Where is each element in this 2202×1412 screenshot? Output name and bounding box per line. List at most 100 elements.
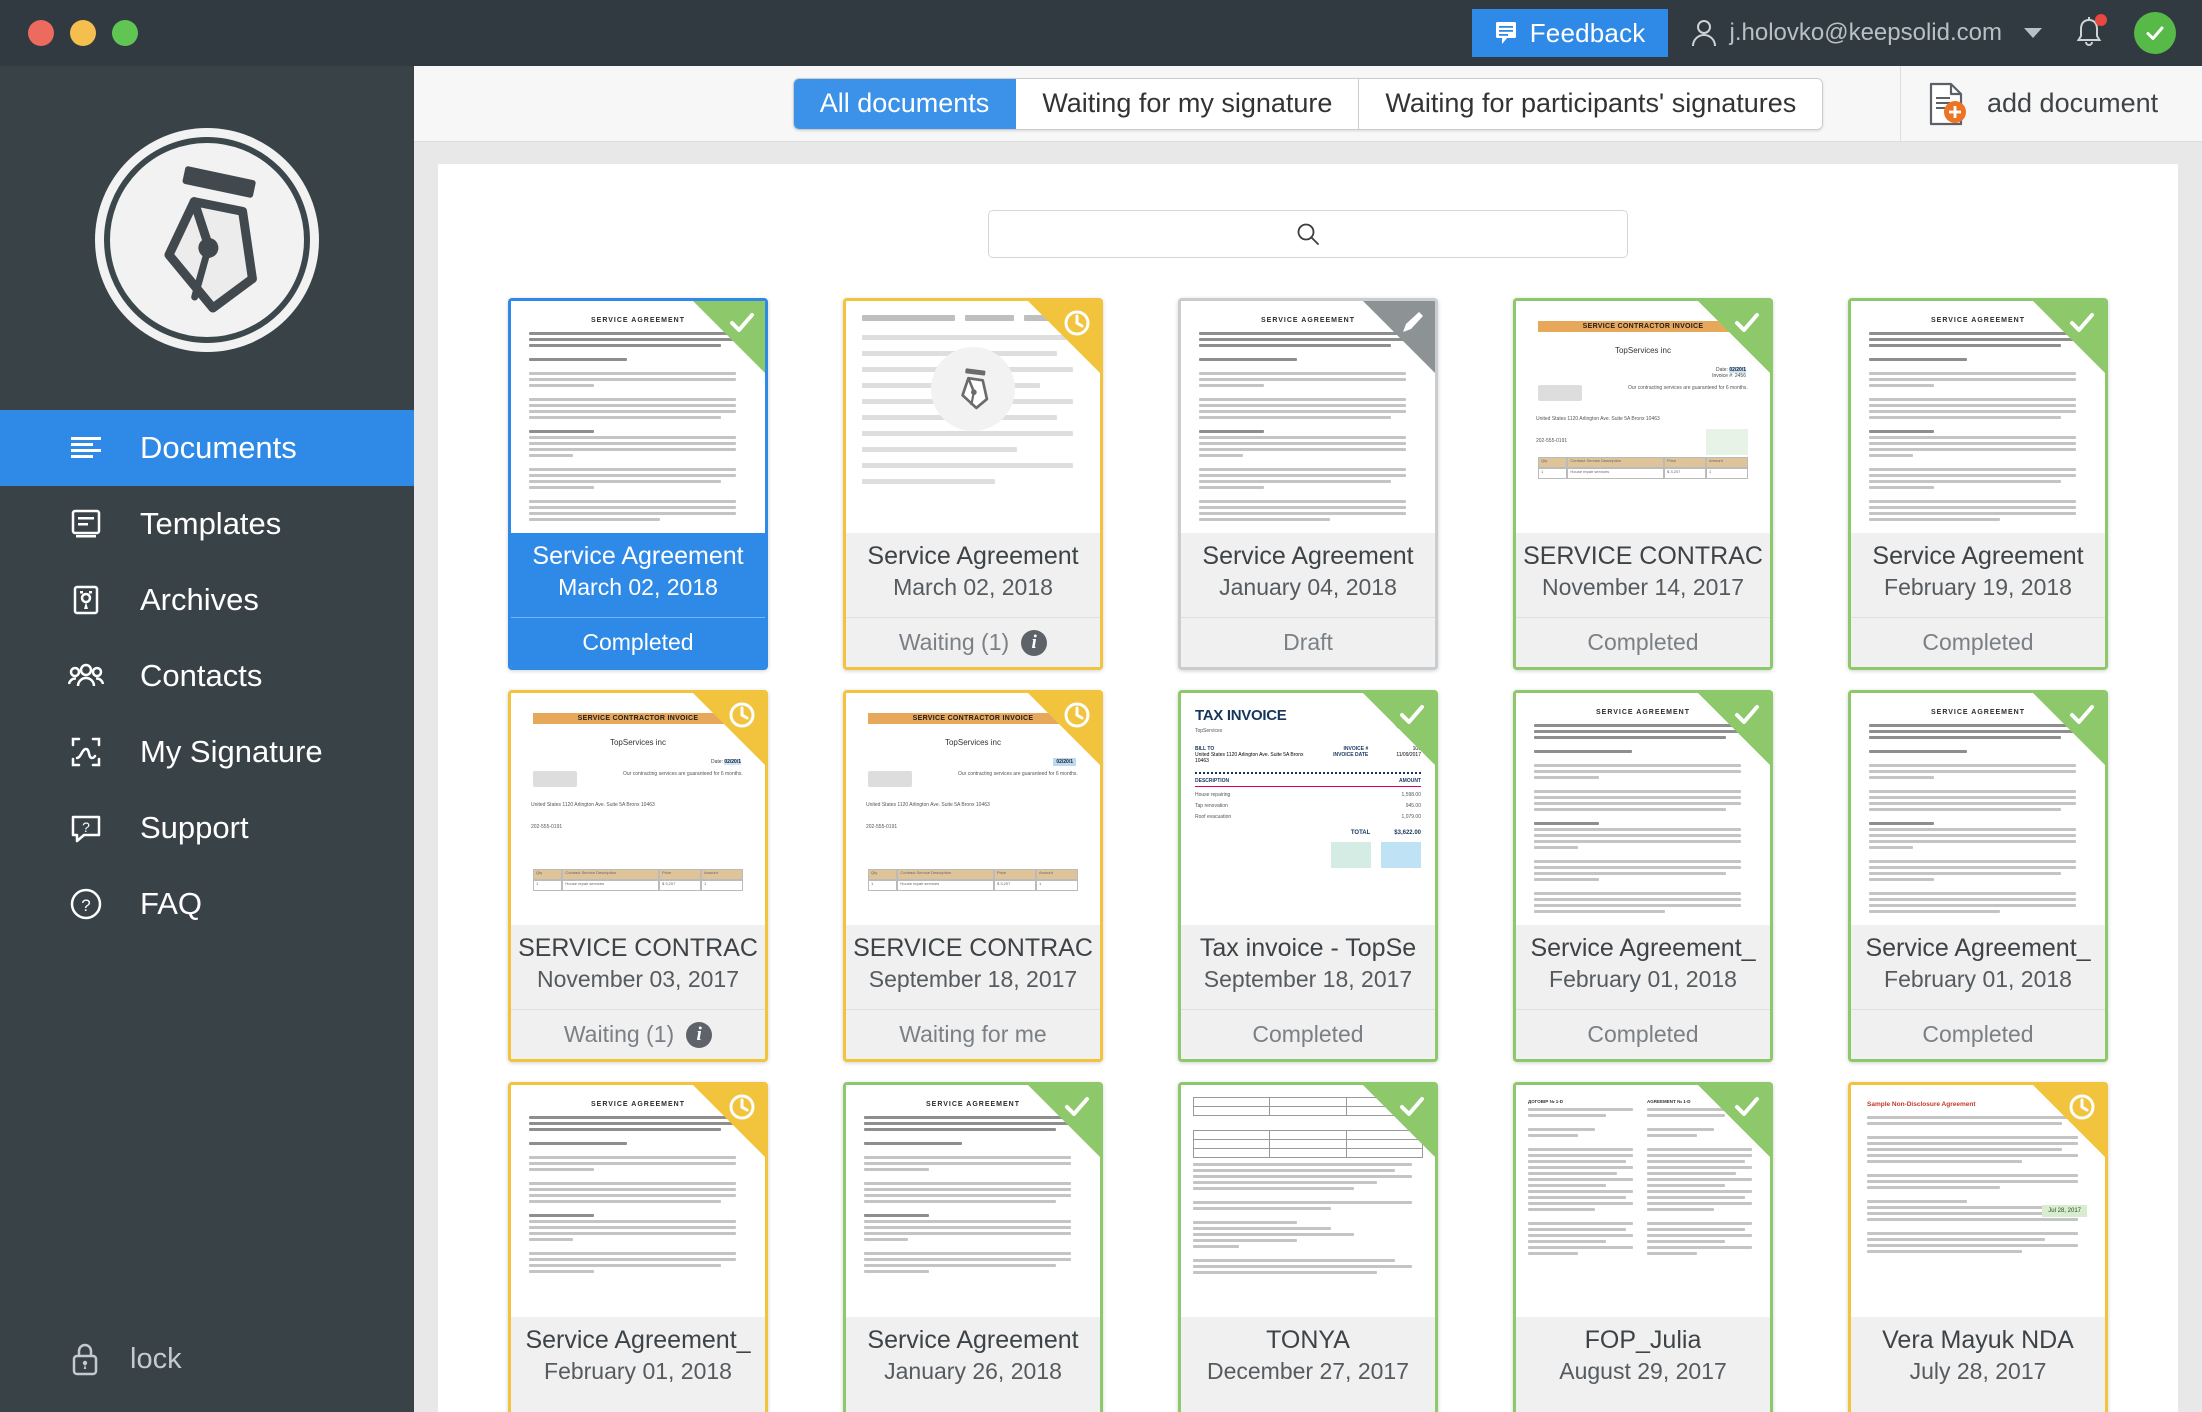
tab-label: Waiting for my signature (1042, 88, 1332, 119)
company-logo (1538, 385, 1582, 401)
document-status: Draft (1181, 617, 1435, 667)
document-date: January 04, 2018 (1219, 574, 1397, 601)
sidebar-item-templates[interactable]: Templates (0, 486, 414, 562)
tab-label: Waiting for participants' signatures (1385, 88, 1796, 119)
lock-button[interactable]: lock (0, 1340, 182, 1378)
search-input[interactable] (988, 210, 1628, 258)
documents-grid: SERVICE AGREEMENT (438, 258, 2178, 1412)
document-thumbnail: SERVICE AGREEMENT (1851, 693, 2105, 925)
preview-address: United States 1120 Arlington Ave. Suite … (1530, 415, 1756, 423)
minimize-button[interactable] (70, 20, 96, 46)
add-document-button[interactable]: add document (1900, 66, 2202, 142)
document-thumbnail: SERVICE AGREEMENT (1181, 301, 1435, 533)
document-card[interactable]: SERVICE CONTRACTOR INVOICE TopServices i… (508, 690, 768, 1062)
document-status-label: Completed (1252, 1021, 1363, 1048)
document-status: Waiting (1) i (511, 1009, 765, 1059)
document-meta: SERVICE CONTRAC November 03, 2017 Waitin… (511, 925, 765, 1059)
sidebar-item-contacts[interactable]: Contacts (0, 638, 414, 714)
document-card[interactable]: SERVICE AGREEMENT (843, 1082, 1103, 1412)
template-pen-badge (931, 347, 1015, 431)
maximize-button[interactable] (112, 20, 138, 46)
table-header-cell: DESCRIPTION (1195, 778, 1229, 784)
company-logo (868, 771, 912, 787)
document-meta: Vera Mayuk NDA July 28, 2017 (1851, 1317, 2105, 1412)
table-cell: House repair services (562, 880, 659, 891)
table-cell: 1 (1706, 468, 1748, 479)
document-card[interactable]: SERVICE AGREEMENT (1848, 298, 2108, 670)
document-card[interactable]: TAX INVOICE TopServices BILL TO United S… (1178, 690, 1438, 1062)
document-status-label: Completed (1922, 1021, 2033, 1048)
document-date: November 03, 2017 (537, 966, 739, 993)
sidebar-item-label: Archives (140, 582, 259, 618)
notification-badge-dot (2095, 14, 2107, 26)
document-title: SERVICE CONTRAC (518, 934, 758, 963)
sidebar-item-documents[interactable]: Documents (0, 410, 414, 486)
info-icon[interactable]: i (1021, 630, 1047, 656)
document-card[interactable]: SERVICE AGREEMENT (1178, 298, 1438, 670)
document-thumbnail: ДОГОВІР № 1-D (1516, 1085, 1770, 1317)
document-meta: Service Agreement January 26, 2018 (846, 1317, 1100, 1412)
document-card[interactable]: TONYA December 27, 2017 (1178, 1082, 1438, 1412)
sidebar-item-archives[interactable]: Archives (0, 562, 414, 638)
app-logo (0, 66, 414, 410)
document-card[interactable]: SERVICE CONTRACTOR INVOICE TopServices i… (843, 690, 1103, 1062)
tab-waiting-my-signature[interactable]: Waiting for my signature (1016, 79, 1359, 129)
document-card[interactable]: Sample Non-Disclosure Agreement (1848, 1082, 2108, 1412)
clock-icon (2067, 1092, 2097, 1122)
table-cell: 945.00 (1406, 803, 1421, 809)
sidebar-item-label: My Signature (140, 734, 323, 770)
document-meta: Service Agreement March 02, 2018 Complet… (511, 533, 765, 667)
document-card[interactable]: SERVICE AGREEMENT (508, 298, 768, 670)
signature-field (1331, 842, 1371, 868)
table-cell: 1 (868, 880, 897, 891)
table-header-cell: Qty (868, 869, 897, 880)
clock-icon (1062, 700, 1092, 730)
document-thumbnail: SERVICE CONTRACTOR INVOICE TopServices i… (846, 693, 1100, 925)
table-cell: $ 3,207 (994, 880, 1036, 891)
document-date: March 02, 2018 (893, 574, 1053, 601)
document-meta: SERVICE CONTRAC September 18, 2017 Waiti… (846, 925, 1100, 1059)
feedback-label: Feedback (1530, 18, 1646, 49)
document-card[interactable]: SERVICE AGREEMENT (1848, 690, 2108, 1062)
document-meta: SERVICE CONTRAC November 14, 2017 Comple… (1516, 533, 1770, 667)
signature-field (1381, 842, 1421, 868)
document-card[interactable]: SERVICE CONTRACTOR INVOICE TopServices i… (1513, 298, 1773, 670)
document-card[interactable]: SERVICE AGREEMENT (508, 1082, 768, 1412)
sidebar-item-my-signature[interactable]: My Signature (0, 714, 414, 790)
tab-all-documents[interactable]: All documents (794, 79, 1017, 129)
document-card[interactable]: Service Agreement March 02, 2018 Waiting… (843, 298, 1103, 670)
close-button[interactable] (28, 20, 54, 46)
table-cell: Tap renovation (1195, 803, 1228, 809)
document-date: February 01, 2018 (1549, 966, 1737, 993)
document-date: September 18, 2017 (1204, 966, 1412, 993)
check-icon (1732, 308, 1762, 338)
table-header-cell: Amount (701, 869, 743, 880)
document-title: Service Agreement (867, 542, 1078, 571)
preview-phone: 202-555-0191 (860, 823, 1086, 831)
account-menu[interactable]: j.holovko@keepsolid.com (1690, 18, 2043, 48)
sidebar-item-faq[interactable]: ? FAQ (0, 866, 414, 942)
table-header-cell: Price (1664, 457, 1706, 468)
status-badge[interactable] (2134, 12, 2176, 54)
signature-date-field: Jul 28, 2017 (2042, 1205, 2087, 1217)
sidebar: Documents Templates Archives Con (0, 66, 414, 1412)
tab-waiting-participants-signatures[interactable]: Waiting for participants' signatures (1359, 79, 1822, 129)
document-status-label: Waiting for me (899, 1021, 1046, 1048)
billto-value: United States 1120 Arlington Ave. Suite … (1195, 752, 1305, 764)
preview-guarantee: Our contracting services are guaranteed … (623, 771, 743, 787)
document-thumbnail: SERVICE AGREEMENT (1516, 693, 1770, 925)
document-card[interactable]: SERVICE AGREEMENT (1513, 690, 1773, 1062)
feedback-button[interactable]: Feedback (1472, 9, 1668, 57)
document-title: Service Agreement (867, 1326, 1078, 1355)
notifications-button[interactable] (2074, 16, 2104, 50)
document-meta: Service Agreement_ February 01, 2018 Com… (1516, 925, 1770, 1059)
document-meta: Service Agreement January 04, 2018 Draft (1181, 533, 1435, 667)
document-date: February 01, 2018 (544, 1358, 732, 1385)
document-status-label: Completed (1587, 629, 1698, 656)
info-icon[interactable]: i (686, 1022, 712, 1048)
check-icon (2067, 308, 2097, 338)
table-cell: 1 (1036, 880, 1078, 891)
sidebar-item-support[interactable]: ? Support (0, 790, 414, 866)
signature-icon (68, 734, 104, 770)
document-card[interactable]: ДОГОВІР № 1-D (1513, 1082, 1773, 1412)
